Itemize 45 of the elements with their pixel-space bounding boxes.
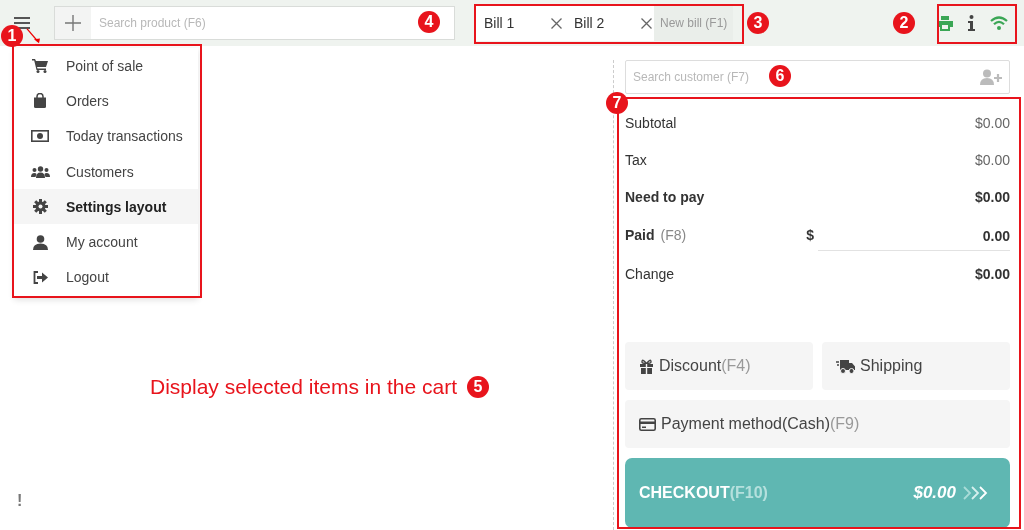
users-icon — [30, 165, 50, 178]
chevrons-icon — [962, 485, 990, 501]
wifi-icon[interactable] — [990, 16, 1008, 30]
paid-amount-field[interactable]: 0.00 — [818, 219, 1010, 251]
menu-item[interactable]: Customers — [14, 153, 198, 190]
warning-mark: ! — [17, 492, 23, 510]
banknote-icon — [31, 130, 49, 143]
menu-item[interactable]: Today transactions — [14, 118, 198, 154]
summary-value: $0.00 — [974, 114, 1010, 131]
cart-caption: Display selected items in the cart — [150, 375, 457, 399]
user-icon — [32, 234, 48, 250]
action-button[interactable]: Discount(F4) — [625, 342, 813, 390]
summary-label: Tax — [625, 151, 647, 168]
menu-item[interactable]: Orders — [14, 83, 198, 119]
menu-item[interactable]: Settings layout — [14, 189, 198, 225]
gear-icon — [32, 199, 48, 215]
currency-sign: $ — [806, 227, 814, 243]
annotation-arrow — [26, 28, 42, 44]
summary-value: $0.00 — [974, 265, 1010, 282]
menu-item[interactable]: Point of sale — [14, 48, 198, 84]
logout-icon — [32, 270, 48, 284]
printer-icon[interactable] — [937, 15, 953, 31]
summary-value: $0.00 — [974, 188, 1010, 205]
shortcut-hint: (F8) — [660, 227, 687, 243]
summary-label: Need to pay — [625, 188, 705, 205]
summary-label: Paid — [625, 227, 655, 243]
bill-tab[interactable]: Bill 1 — [484, 15, 551, 31]
action-button[interactable]: Shipping — [822, 342, 1010, 390]
menu-item[interactable]: Logout — [14, 259, 198, 296]
truck-icon — [836, 358, 855, 374]
annotation-number: 5 — [467, 376, 489, 398]
summary-label: Change — [625, 265, 675, 282]
gift-icon — [639, 358, 654, 374]
summary-value: $0.00 — [974, 151, 1010, 168]
close-icon[interactable] — [551, 17, 562, 29]
close-icon[interactable] — [641, 17, 652, 29]
bill-tab[interactable]: Bill 2 — [574, 15, 641, 31]
payment-method-button[interactable]: Payment method(Cash)(F9) — [625, 400, 1010, 448]
bag-icon — [33, 93, 47, 109]
credit-card-icon — [639, 417, 656, 431]
cart-icon — [32, 58, 48, 73]
annotation-number: 7 — [606, 92, 628, 114]
summary-label: Subtotal — [625, 114, 677, 131]
menu-item[interactable]: My account — [14, 224, 198, 260]
info-icon[interactable] — [968, 15, 975, 31]
